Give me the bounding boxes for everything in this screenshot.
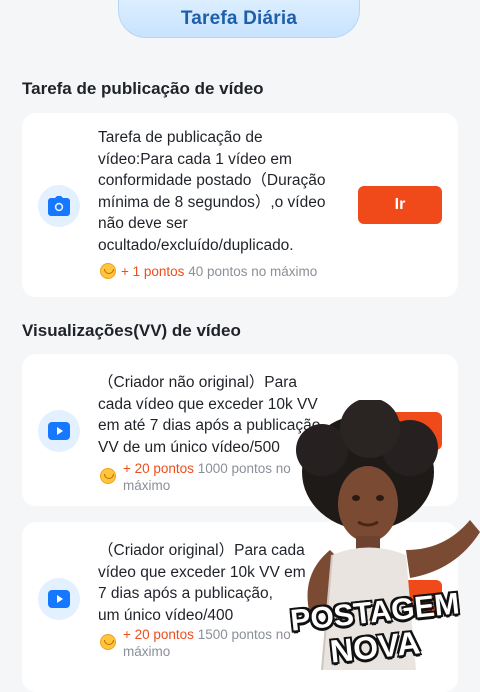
reward-info: + 20 pontos 1000 pontos no máximo bbox=[100, 460, 291, 494]
go-button[interactable]: Ir bbox=[358, 186, 442, 224]
new-post-sticker: POSTAGEM NOVA bbox=[270, 400, 480, 670]
play-icon bbox=[38, 410, 80, 452]
reward-info: + 20 pontos 1500 pontos no máximo bbox=[100, 626, 291, 660]
section-title-video-views: Visualizações(VV) de vídeo bbox=[22, 321, 241, 340]
coin-icon bbox=[100, 468, 116, 484]
play-icon bbox=[38, 578, 80, 620]
coin-icon bbox=[100, 263, 116, 279]
task-card-video-publish: Tarefa de publicação de vídeo:Para cada … bbox=[22, 113, 458, 297]
task-description: Tarefa de publicação de vídeo:Para cada … bbox=[98, 129, 326, 254]
sticker-caption: POSTAGEM NOVA bbox=[288, 587, 461, 670]
reward-info: + 1 pontos 40 pontos no máximo bbox=[100, 263, 317, 280]
page-title: Tarefa Diária bbox=[180, 7, 298, 29]
header-tab: Tarefa Diária bbox=[118, 0, 360, 38]
section-title-video-publish: Tarefa de publicação de vídeo bbox=[22, 79, 264, 98]
coin-icon bbox=[100, 634, 116, 650]
camera-icon bbox=[38, 185, 80, 227]
